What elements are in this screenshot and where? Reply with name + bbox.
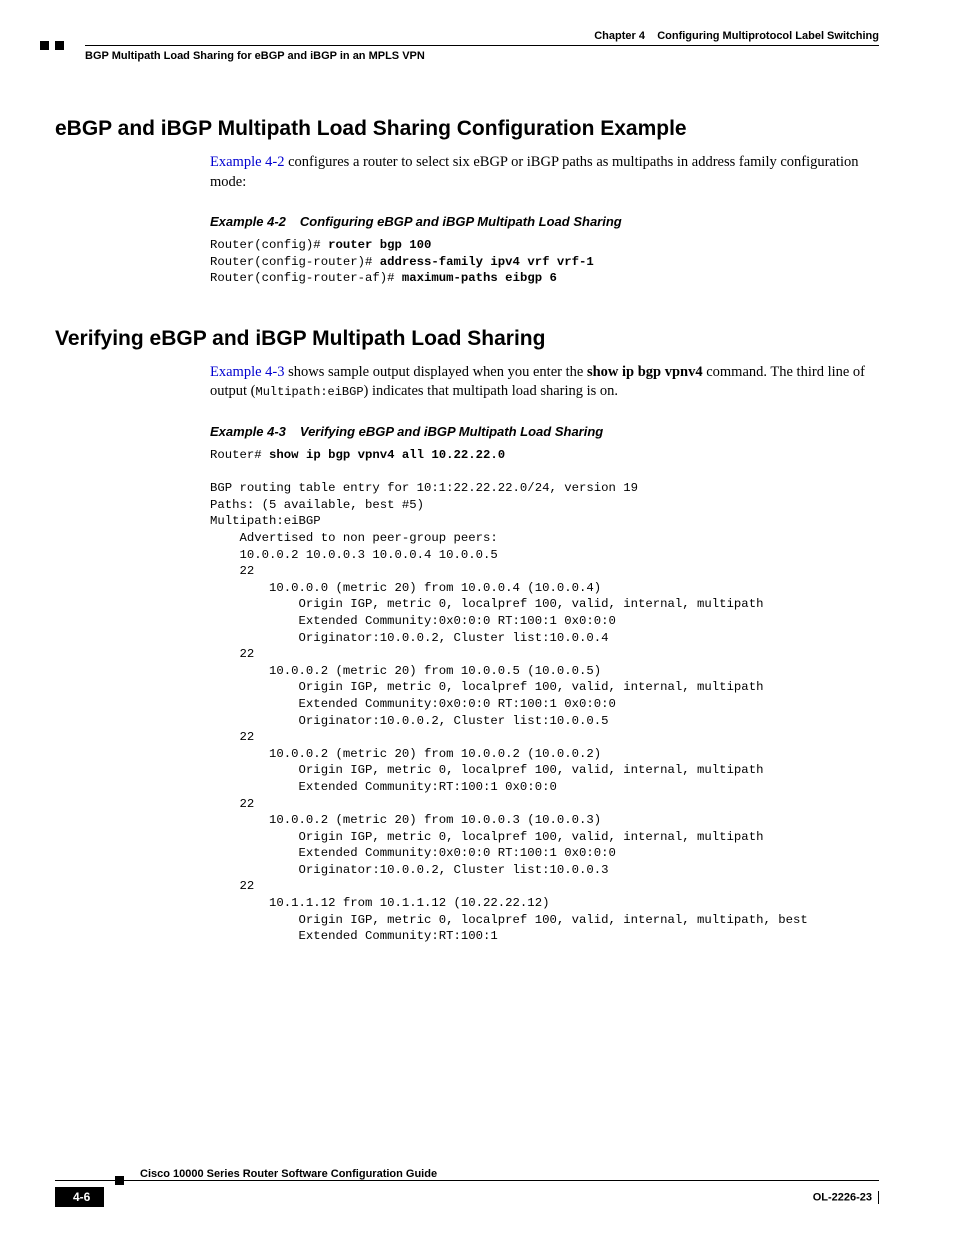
intro-rest: configures a router to select six eBGP o… [210, 154, 858, 190]
footer-guide-title: Cisco 10000 Series Router Software Confi… [140, 1168, 879, 1180]
decoration-square [40, 41, 49, 50]
example-number: Example 4-2 [210, 214, 286, 229]
chapter-title: Configuring Multiprotocol Label Switchin… [657, 30, 879, 42]
section-heading-verifying: Verifying eBGP and iBGP Multipath Load S… [55, 327, 879, 351]
chapter-label: Chapter 4 [594, 30, 645, 42]
example-4-2-title: Example 4-2 Configuring eBGP and iBGP Mul… [210, 214, 879, 229]
page-header: Chapter 4 Configuring Multiprotocol Labe… [55, 30, 879, 42]
section-heading-config-example: eBGP and iBGP Multipath Load Sharing Con… [55, 117, 879, 141]
header-rule [85, 45, 879, 46]
decoration-square [115, 1176, 124, 1185]
intro-paragraph: Example 4-2 configures a router to selec… [210, 153, 879, 192]
inline-code-multipath: Multipath:eiBGP [256, 385, 364, 399]
footer-rule [55, 1180, 879, 1181]
example-4-3-code: Router# show ip bgp vpnv4 all 10.22.22.0… [210, 447, 879, 945]
example-4-3-title: Example 4-3 Verifying eBGP and iBGP Multi… [210, 424, 879, 439]
cmd-bold: show ip bgp vpnv4 [587, 364, 703, 380]
example-4-2-code: Router(config)# router bgp 100 Router(co… [210, 237, 879, 287]
link-example-4-2[interactable]: Example 4-2 [210, 154, 285, 170]
doc-id: OL-2226-23 [813, 1191, 879, 1204]
link-example-4-3[interactable]: Example 4-3 [210, 364, 285, 380]
decoration-square [55, 41, 64, 50]
page-number-badge: 4-6 [55, 1187, 104, 1207]
page-footer: Cisco 10000 Series Router Software Confi… [55, 1184, 879, 1207]
example-caption: Verifying eBGP and iBGP Multipath Load S… [300, 424, 603, 439]
verify-intro-paragraph: Example 4-3 shows sample output displaye… [210, 363, 879, 402]
example-number: Example 4-3 [210, 424, 286, 439]
example-caption: Configuring eBGP and iBGP Multipath Load… [300, 214, 622, 229]
section-path: BGP Multipath Load Sharing for eBGP and … [85, 50, 879, 62]
